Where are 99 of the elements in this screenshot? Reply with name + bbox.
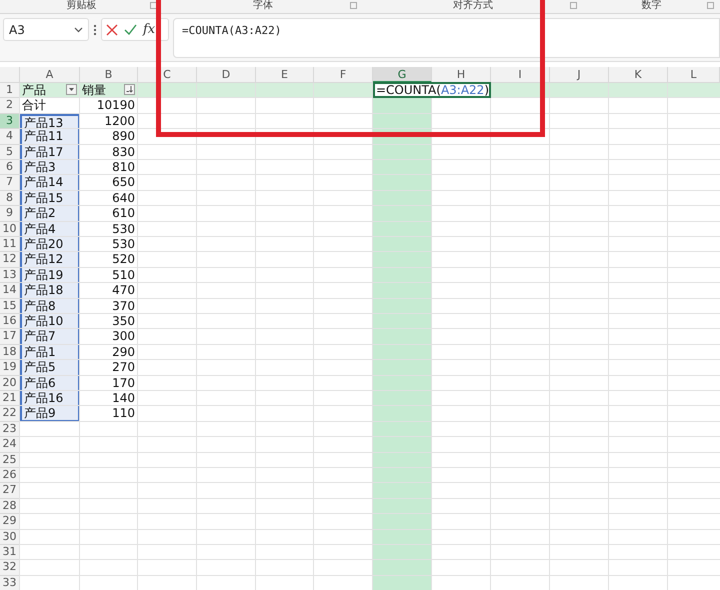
row-header[interactable]: 15 bbox=[0, 299, 20, 314]
row-header[interactable]: 27 bbox=[0, 483, 20, 499]
name-box[interactable]: A3 bbox=[3, 18, 89, 41]
row-header[interactable]: 21 bbox=[0, 391, 20, 406]
table-cell: 产品18 bbox=[20, 283, 80, 299]
column-header[interactable]: A bbox=[20, 67, 80, 83]
table-cell: 470 bbox=[80, 283, 138, 299]
table-cell: 110 bbox=[80, 406, 138, 422]
table-cell: 产品12 bbox=[20, 252, 80, 268]
row-header[interactable]: 9 bbox=[0, 206, 20, 222]
row-header[interactable]: 28 bbox=[0, 499, 20, 514]
table-cell: 530 bbox=[80, 237, 138, 252]
table-cell: 销量 bbox=[80, 83, 138, 98]
row-header[interactable]: 5 bbox=[0, 145, 20, 160]
table-cell: 830 bbox=[80, 145, 138, 160]
dialog-launcher-icon[interactable] bbox=[150, 2, 157, 9]
row-header[interactable]: 31 bbox=[0, 545, 20, 560]
table-cell: 产品20 bbox=[20, 237, 80, 252]
row-header[interactable]: 14 bbox=[0, 283, 20, 299]
row-header[interactable]: 30 bbox=[0, 530, 20, 545]
table-cell: 140 bbox=[80, 391, 138, 406]
table-cell: 产品11 bbox=[20, 129, 80, 145]
row-header[interactable]: 24 bbox=[0, 437, 20, 453]
table-cell: 产品1 bbox=[20, 345, 80, 360]
table-cell: 产品3 bbox=[20, 160, 80, 175]
column-header[interactable]: G bbox=[373, 67, 432, 83]
row-header[interactable]: 33 bbox=[0, 576, 20, 590]
row-header[interactable]: 26 bbox=[0, 468, 20, 483]
column-header[interactable]: H bbox=[432, 67, 491, 83]
table-cell: 产品19 bbox=[20, 268, 80, 283]
column-header[interactable]: I bbox=[491, 67, 550, 83]
table-cell: 产品4 bbox=[20, 222, 80, 237]
table-cell: 产品13 bbox=[20, 114, 80, 129]
row-header[interactable]: 3 bbox=[0, 114, 20, 129]
table-cell: 产品10 bbox=[20, 314, 80, 329]
table-cell: 10190 bbox=[80, 98, 138, 114]
table-cell: 产品16 bbox=[20, 391, 80, 406]
row-header[interactable]: 18 bbox=[0, 345, 20, 360]
table-cell: 520 bbox=[80, 252, 138, 268]
row-header[interactable]: 13 bbox=[0, 268, 20, 283]
table-cell: 产品8 bbox=[20, 299, 80, 314]
row-header[interactable]: 10 bbox=[0, 222, 20, 237]
table-cell: 1200 bbox=[80, 114, 138, 129]
insert-function-button[interactable]: fx bbox=[143, 22, 156, 37]
row-header[interactable]: 25 bbox=[0, 453, 20, 468]
table-cell: 650 bbox=[80, 175, 138, 191]
table-cell: 270 bbox=[80, 360, 138, 376]
table-cell: 产品6 bbox=[20, 376, 80, 391]
cell-editor[interactable]: =COUNTA(A3:A22) bbox=[373, 82, 491, 98]
table-cell: 产品 bbox=[20, 83, 80, 98]
table-cell: 810 bbox=[80, 160, 138, 175]
table-cell: 产品9 bbox=[20, 406, 80, 422]
column-header[interactable]: E bbox=[256, 67, 314, 83]
sort-filter-icon[interactable] bbox=[124, 84, 135, 95]
formula-field[interactable]: =COUNTA(A3:A22) bbox=[173, 18, 720, 58]
table-cell: 产品17 bbox=[20, 145, 80, 160]
table-cell: 产品7 bbox=[20, 329, 80, 345]
filter-dropdown-icon[interactable] bbox=[66, 84, 77, 95]
column-header[interactable]: D bbox=[197, 67, 256, 83]
column-header[interactable]: C bbox=[138, 67, 197, 83]
row-header[interactable]: 1 bbox=[0, 83, 20, 98]
row-header[interactable]: 20 bbox=[0, 376, 20, 391]
row-header[interactable]: 16 bbox=[0, 314, 20, 329]
table-cell: 产品2 bbox=[20, 206, 80, 222]
table-cell: 610 bbox=[80, 206, 138, 222]
row-header[interactable]: 11 bbox=[0, 237, 20, 252]
column-header[interactable]: L bbox=[668, 67, 720, 83]
column-header[interactable]: B bbox=[80, 67, 138, 83]
table-cell: 890 bbox=[80, 129, 138, 145]
table-cell: 640 bbox=[80, 191, 138, 206]
row-header[interactable]: 12 bbox=[0, 252, 20, 268]
row-header[interactable]: 23 bbox=[0, 422, 20, 437]
table-cell: 510 bbox=[80, 268, 138, 283]
row-header[interactable]: 22 bbox=[0, 406, 20, 422]
row-header[interactable]: 4 bbox=[0, 129, 20, 145]
table-cell: 290 bbox=[80, 345, 138, 360]
table-cell: 300 bbox=[80, 329, 138, 345]
table-cell: 530 bbox=[80, 222, 138, 237]
table-cell: 产品15 bbox=[20, 191, 80, 206]
row-header[interactable]: 8 bbox=[0, 191, 20, 206]
row-header[interactable]: 32 bbox=[0, 560, 20, 576]
row-header[interactable]: 7 bbox=[0, 175, 20, 191]
row-header[interactable]: 17 bbox=[0, 329, 20, 345]
table-cell: 产品14 bbox=[20, 175, 80, 191]
column-header[interactable]: J bbox=[550, 67, 609, 83]
row-header[interactable]: 19 bbox=[0, 360, 20, 376]
table-cell: 170 bbox=[80, 376, 138, 391]
table-cell: 370 bbox=[80, 299, 138, 314]
column-header[interactable]: K bbox=[609, 67, 668, 83]
row-header[interactable]: 29 bbox=[0, 514, 20, 530]
chevron-down-icon[interactable] bbox=[74, 26, 83, 32]
row-header[interactable]: 2 bbox=[0, 98, 20, 114]
check-icon[interactable] bbox=[124, 24, 137, 35]
cancel-icon[interactable] bbox=[106, 24, 118, 36]
more-icon[interactable] bbox=[93, 24, 97, 36]
column-header[interactable]: F bbox=[314, 67, 373, 83]
table-cell: 350 bbox=[80, 314, 138, 329]
table-cell: 产品5 bbox=[20, 360, 80, 376]
row-header[interactable]: 6 bbox=[0, 160, 20, 175]
